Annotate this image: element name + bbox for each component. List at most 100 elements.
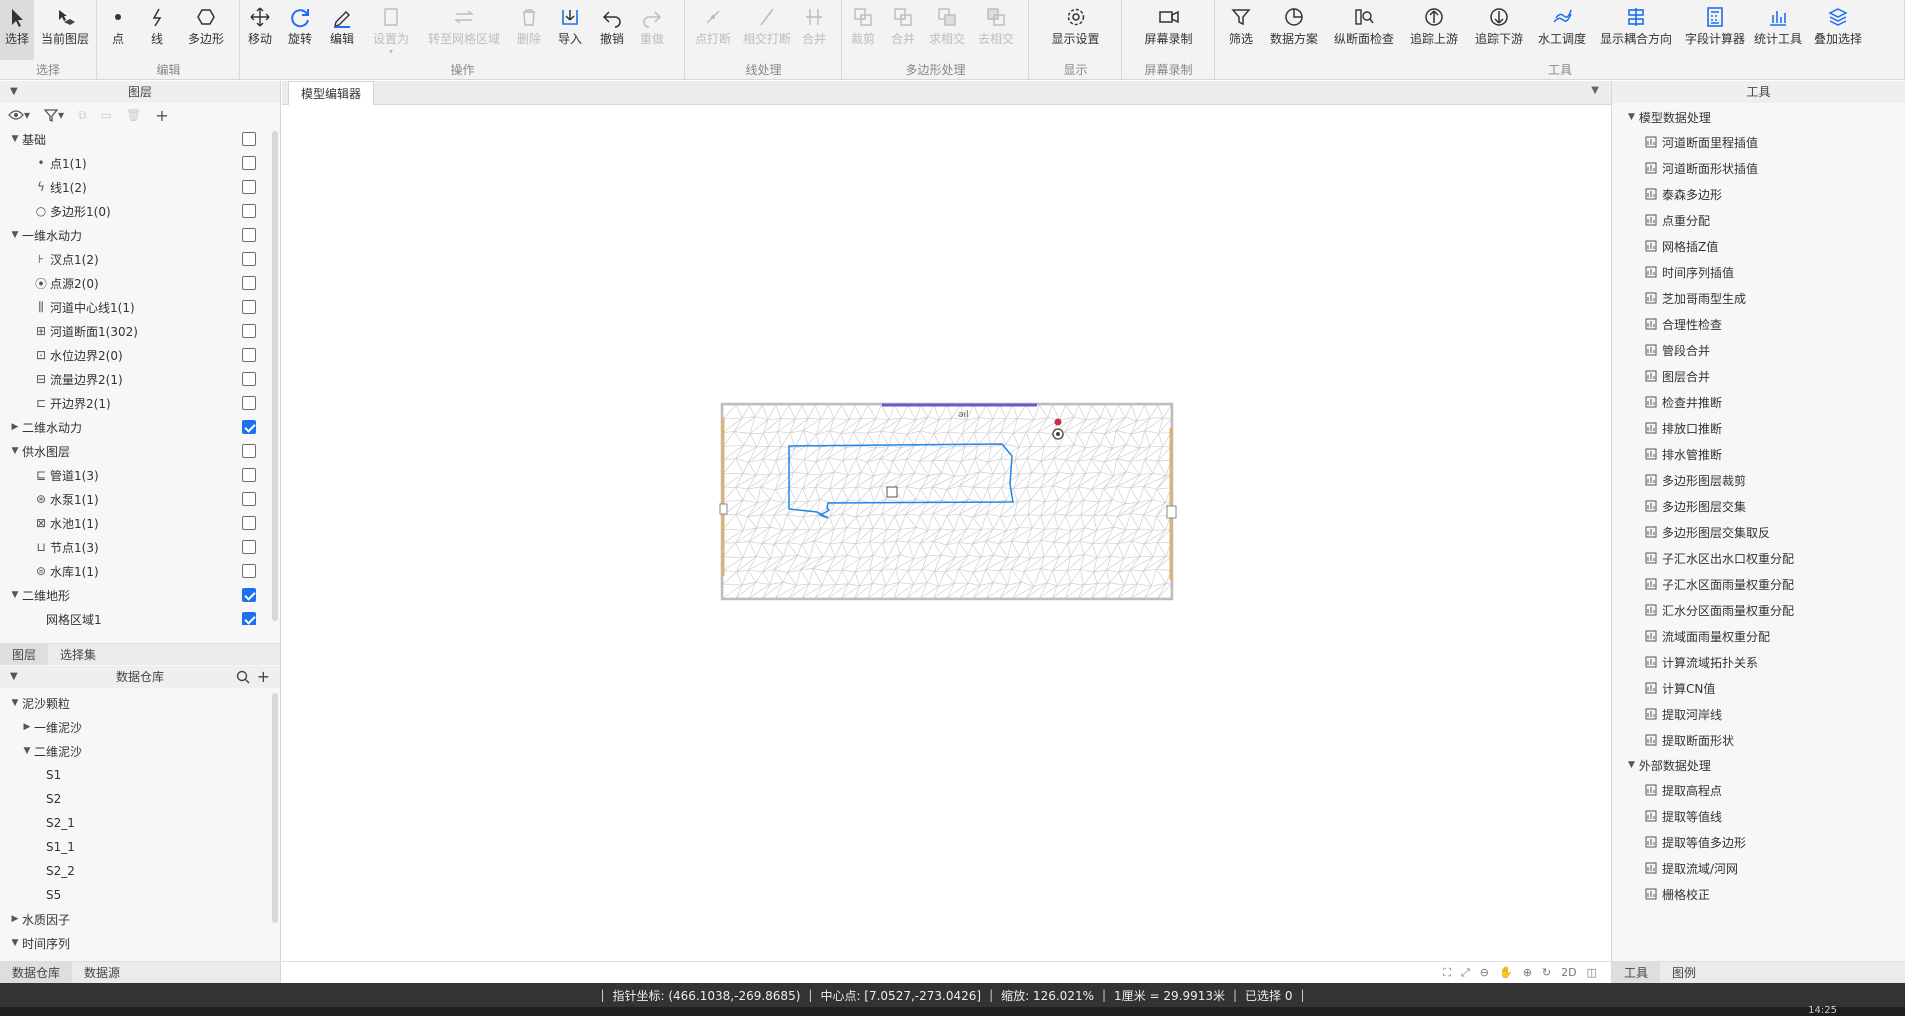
tool-item[interactable]: 河道断面里程插值	[1612, 129, 1905, 155]
to-mesh-button[interactable]: 转至网格区域	[419, 0, 509, 60]
chevron-down-icon[interactable]: ▼	[1591, 85, 1599, 96]
chevron-down-icon[interactable]: ▼	[8, 698, 22, 708]
tab-model-editor[interactable]: 模型编辑器	[288, 81, 375, 105]
tool-item[interactable]: 提取等值多边形	[1612, 829, 1905, 855]
tool-item[interactable]: 河道断面形状插值	[1612, 155, 1905, 181]
tool-item[interactable]: 汇水分区面雨量权重分配	[1612, 597, 1905, 623]
layer-visibility-checkbox[interactable]	[242, 324, 256, 338]
filter-icon[interactable]: ▾	[44, 108, 64, 122]
data-row[interactable]: S2	[0, 787, 270, 811]
point-button[interactable]: 点	[98, 0, 138, 60]
layer-visibility-checkbox[interactable]	[242, 564, 256, 578]
pen-button[interactable]: 编辑	[321, 0, 363, 60]
chevron-down-icon[interactable]: ▼	[1628, 112, 1635, 122]
layer-visibility-checkbox[interactable]	[242, 420, 256, 434]
search-icon[interactable]	[236, 669, 250, 691]
tool-item[interactable]: 图层合并	[1612, 363, 1905, 389]
layer-visibility-checkbox[interactable]	[242, 612, 256, 625]
tool-item[interactable]: 多边形图层裁剪	[1612, 467, 1905, 493]
layers-panel-header[interactable]: ▼ 图层	[0, 81, 280, 103]
rotate-button[interactable]: 旋转	[279, 0, 321, 60]
tool-item[interactable]: 提取等值线	[1612, 803, 1905, 829]
tab-toolTabs-0[interactable]: 工具	[1612, 962, 1661, 983]
tool-item[interactable]: 多边形图层交集	[1612, 493, 1905, 519]
layer-visibility-checkbox[interactable]	[242, 516, 256, 530]
clip-button[interactable]: 裁剪	[843, 0, 883, 60]
tool-item[interactable]: 排放口推断	[1612, 415, 1905, 441]
layer-visibility-checkbox[interactable]	[242, 348, 256, 362]
layer-row[interactable]: ⊜ 水库1(1)	[0, 559, 270, 583]
point-break-button[interactable]: 点打断	[686, 0, 740, 60]
delete-icon[interactable]: 🗑	[126, 108, 141, 122]
layer-row[interactable]: ⫼ 河道中心线1(1)	[0, 295, 270, 319]
tool-section[interactable]: ▼ 模型数据处理	[1612, 105, 1905, 129]
tool-item[interactable]: 管段合并	[1612, 337, 1905, 363]
import-button[interactable]: 导入	[549, 0, 591, 60]
layer-row[interactable]: ▼ 一维水动力	[0, 223, 270, 247]
chevron-down-icon[interactable]: ▼	[1628, 760, 1635, 770]
layers-button[interactable]: 叠加选择	[1806, 0, 1870, 60]
chevron-right-icon[interactable]: ▶	[8, 422, 22, 432]
layer-row[interactable]: ▼ 供水图层	[0, 439, 270, 463]
line-button[interactable]: 线	[138, 0, 176, 60]
refresh-icon[interactable]: ↻	[1542, 966, 1551, 979]
layer-visibility-checkbox[interactable]	[242, 588, 256, 602]
collapse-icon[interactable]: ▼	[10, 666, 18, 688]
layer-visibility-checkbox[interactable]	[242, 228, 256, 242]
tool-item[interactable]: 时间序列插值	[1612, 259, 1905, 285]
layer-row[interactable]: ⊡ 水位边界2(0)	[0, 343, 270, 367]
tool-item[interactable]: 计算CN值	[1612, 675, 1905, 701]
view-mode-toggle[interactable]: 2D	[1561, 966, 1576, 979]
move-button[interactable]: 移动	[241, 0, 279, 60]
data-row[interactable]: ▼ 时间序列	[0, 931, 270, 955]
data-row[interactable]: ▶ 水质因子	[0, 907, 270, 931]
layer-visibility-checkbox[interactable]	[242, 396, 256, 410]
undo-button[interactable]: 撤销	[591, 0, 633, 60]
data-row[interactable]: S2_1	[0, 811, 270, 835]
video-button[interactable]: 屏幕录制	[1123, 0, 1214, 60]
layer-row[interactable]: ⊦ 汊点1(2)	[0, 247, 270, 271]
tool-item[interactable]: 计算流域拓扑关系	[1612, 649, 1905, 675]
union-button[interactable]: 合并	[883, 0, 923, 60]
data-tree-scrollbar[interactable]	[272, 693, 278, 923]
data-row[interactable]: S5	[0, 883, 270, 907]
layer-visibility-checkbox[interactable]	[242, 300, 256, 314]
tool-item[interactable]: 提取流域/河网	[1612, 855, 1905, 881]
layer-row[interactable]: ⊔ 节点1(3)	[0, 535, 270, 559]
calculator-button[interactable]: 字段计算器	[1680, 0, 1750, 60]
tool-item[interactable]: 点重分配	[1612, 207, 1905, 233]
layer-row[interactable]: • 点1(1)	[0, 151, 270, 175]
polygon-button[interactable]: 多边形	[176, 0, 236, 60]
tab-dataTabs-1[interactable]: 数据源	[72, 962, 132, 983]
tool-item[interactable]: 排水管推断	[1612, 441, 1905, 467]
data-row[interactable]: ▶ 一维泥沙	[0, 715, 270, 739]
layer-visibility-checkbox[interactable]	[242, 540, 256, 554]
layer-visibility-checkbox[interactable]	[242, 252, 256, 266]
pie-button[interactable]: 数据方案	[1262, 0, 1326, 60]
zoom-out-icon[interactable]: ⊖	[1480, 966, 1489, 979]
trash-button[interactable]: 删除	[509, 0, 549, 60]
trace-up-button[interactable]: 追踪上游	[1402, 0, 1466, 60]
collapse-icon[interactable]: ▼	[10, 81, 18, 103]
layer-visibility-checkbox[interactable]	[242, 204, 256, 218]
tab-dataTabs-0[interactable]: 数据仓库	[0, 962, 73, 983]
hydro-dispatch-button[interactable]: 水工调度	[1532, 0, 1592, 60]
remove-intersect-button[interactable]: 去相交	[971, 0, 1021, 60]
tool-item[interactable]: 泰森多边形	[1612, 181, 1905, 207]
chevron-down-icon[interactable]: ▼	[8, 134, 22, 144]
tool-item[interactable]: 提取河岸线	[1612, 701, 1905, 727]
chevron-down-icon[interactable]: ▼	[8, 938, 22, 948]
filter-button[interactable]: 筛选	[1220, 0, 1262, 60]
chevron-down-icon[interactable]: ▼	[8, 590, 22, 600]
add-data-icon[interactable]: +	[257, 666, 270, 688]
chevron-down-icon[interactable]: ▼	[20, 746, 34, 756]
add-layer-icon[interactable]: +	[155, 106, 168, 125]
layer-visibility-checkbox[interactable]	[242, 492, 256, 506]
data-row[interactable]: ▼ 二维泥沙	[0, 739, 270, 763]
layer-row[interactable]: ⊑ 管道1(3)	[0, 463, 270, 487]
redo-button[interactable]: 重做	[633, 0, 671, 60]
merge-line-button[interactable]: 合并	[794, 0, 834, 60]
layer-row[interactable]: ▼ 基础	[0, 127, 270, 151]
tool-item[interactable]: 多边形图层交集取反	[1612, 519, 1905, 545]
data-row[interactable]: ▼ 泥沙颗粒	[0, 691, 270, 715]
